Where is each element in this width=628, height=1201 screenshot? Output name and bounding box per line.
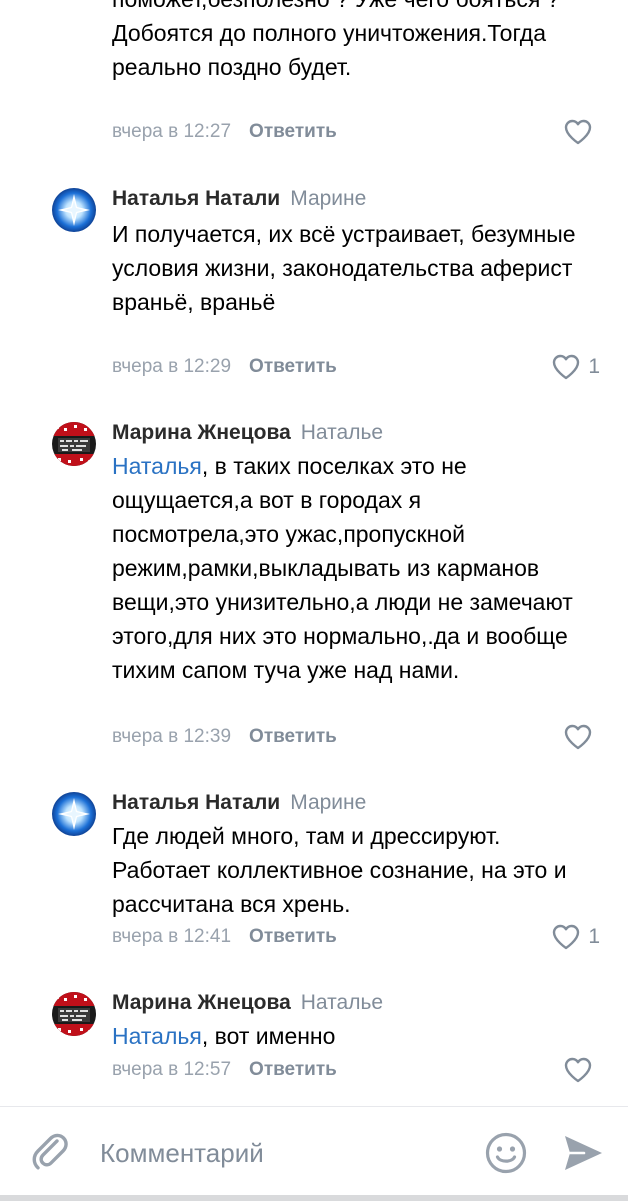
comment-time: вчера в 12:41 — [112, 926, 232, 947]
like-button[interactable]: 1 — [552, 923, 600, 951]
like-button[interactable] — [564, 723, 600, 751]
blue-star-avatar-icon — [52, 792, 96, 836]
mention-link[interactable]: Наталья — [112, 453, 202, 479]
comment-composer — [0, 1106, 628, 1201]
comment-header: Марина Жнецова Наталье — [112, 418, 383, 448]
comment-meta: вчера в 12:27 Ответить — [112, 118, 337, 146]
comment-text: И получается, их всё устраивает, безумны… — [112, 217, 582, 319]
author-name[interactable]: Наталья Натали — [112, 791, 280, 814]
comment-header: Марина Жнецова Наталье — [112, 988, 383, 1018]
comment-text: Где людей много, там и дрессируют. Работ… — [112, 819, 582, 921]
comment-text-body: И получается, их всё устраивает, безумны… — [112, 221, 576, 315]
comment-time: вчера в 12:27 — [112, 121, 232, 142]
comment-text-body: Где людей много, там и дрессируют. Работ… — [112, 823, 567, 917]
reply-button[interactable]: Ответить — [249, 121, 337, 142]
reply-button[interactable]: Ответить — [249, 356, 337, 377]
comment-input[interactable] — [100, 1131, 430, 1175]
comment-text-body: , вот именно — [201, 1023, 336, 1049]
reply-to[interactable]: Марине — [290, 187, 366, 210]
send-icon[interactable] — [562, 1133, 604, 1173]
reply-to[interactable]: Наталье — [301, 991, 383, 1014]
author-name[interactable]: Наталья Натали — [112, 187, 280, 210]
comment-time: вчера в 12:57 — [112, 1059, 232, 1080]
heart-icon — [553, 354, 580, 380]
like-button[interactable] — [564, 118, 600, 146]
author-name[interactable]: Марина Жнецова — [112, 421, 291, 444]
comment-meta: вчера в 12:57 Ответить — [112, 1056, 337, 1084]
heart-icon — [564, 724, 592, 750]
comment-header: Наталья Натали Марине — [112, 184, 366, 214]
like-button[interactable] — [564, 1056, 600, 1084]
reply-button[interactable]: Ответить — [249, 1059, 337, 1080]
comment-text: Наталья, в таких поселках это не ощущает… — [112, 449, 582, 687]
comment-time: вчера в 12:39 — [112, 726, 232, 747]
comments-feed: поможет,безполезно ? Уже чего бояться ? … — [0, 0, 628, 1106]
paperclip-icon[interactable] — [30, 1129, 70, 1173]
heart-icon — [564, 119, 592, 145]
heart-icon — [553, 924, 580, 950]
comment-meta: вчера в 12:39 Ответить — [112, 723, 337, 751]
red-black-avatar-icon — [52, 992, 96, 1036]
blue-star-avatar-icon — [52, 188, 96, 232]
avatar[interactable] — [52, 792, 96, 836]
emoji-icon[interactable] — [484, 1131, 528, 1175]
red-black-avatar-icon — [52, 422, 96, 466]
like-button[interactable]: 1 — [552, 353, 600, 381]
like-count: 1 — [588, 925, 600, 948]
comment-text: поможет,безполезно ? Уже чего бояться ? … — [112, 0, 560, 80]
reply-to[interactable]: Марине — [290, 791, 366, 814]
nav-bar-divider — [0, 1195, 628, 1201]
avatar[interactable] — [52, 422, 96, 466]
comment-text: Наталья, вот именно — [112, 1019, 582, 1053]
avatar[interactable] — [52, 188, 96, 232]
mention-link[interactable]: Наталья — [112, 1023, 202, 1049]
comment-header: Наталья Натали Марине — [112, 788, 366, 818]
like-count: 1 — [588, 355, 600, 378]
avatar[interactable] — [52, 992, 96, 1036]
reply-button[interactable]: Ответить — [249, 726, 337, 747]
heart-icon — [564, 1057, 592, 1083]
comment-meta: вчера в 12:29 Ответить — [112, 353, 337, 381]
reply-button[interactable]: Ответить — [249, 926, 337, 947]
comment-text-body: , в таких поселках это не ощущается,а во… — [112, 453, 573, 683]
comment-meta: вчера в 12:41 Ответить — [112, 923, 337, 951]
comment-time: вчера в 12:29 — [112, 356, 232, 377]
author-name[interactable]: Марина Жнецова — [112, 991, 291, 1014]
reply-to[interactable]: Наталье — [301, 421, 383, 444]
